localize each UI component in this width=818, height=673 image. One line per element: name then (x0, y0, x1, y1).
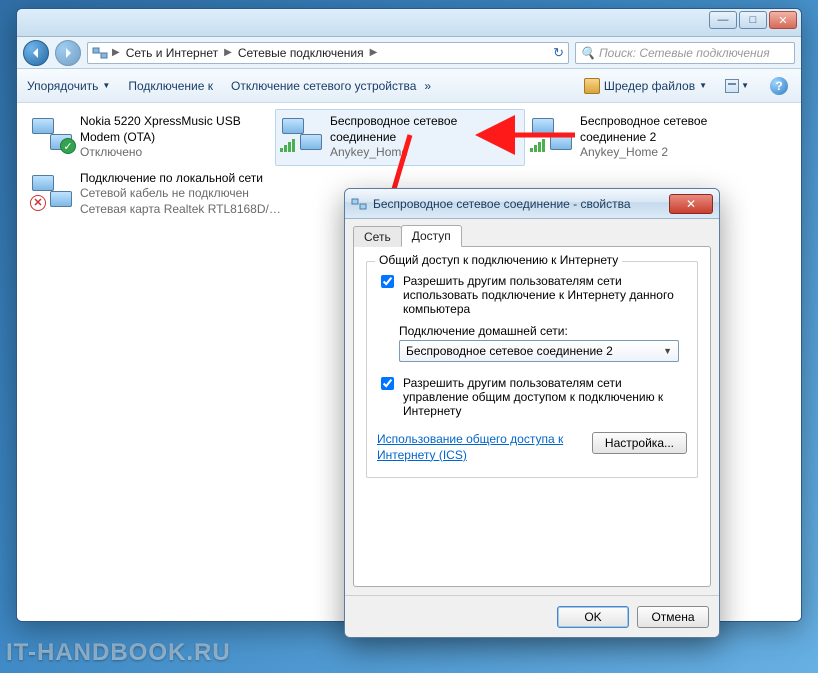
home-network-label: Подключение домашней сети: (399, 324, 687, 338)
tab-sharing[interactable]: Доступ (401, 225, 462, 247)
titlebar[interactable]: — □ ✕ (17, 9, 801, 37)
minimize-button[interactable]: — (709, 11, 737, 29)
signal-bars-icon (530, 138, 545, 152)
toolbar-disable[interactable]: Отключение сетевого устройства » (231, 79, 431, 93)
wifi-icon (530, 114, 574, 154)
search-input[interactable]: 🔍 Поиск: Сетевые подключения (575, 42, 795, 64)
dialog-button-row: OK Отмена (345, 595, 719, 637)
chevron-down-icon: ▼ (663, 346, 672, 356)
connection-title: Беспроводное сетевое соединение 2 (580, 114, 770, 145)
modem-icon: ✓ (30, 114, 74, 154)
chevron-right-icon: ▶ (224, 47, 232, 58)
overflow-chevron[interactable]: » (424, 79, 431, 93)
tab-network[interactable]: Сеть (353, 226, 402, 247)
connection-title: Nokia 5220 XpressMusic USB Modem (OTA) (80, 114, 270, 145)
chevron-down-icon: ▼ (699, 81, 707, 90)
connection-status: Отключено (80, 145, 270, 161)
chevron-right-icon: ▶ (370, 47, 378, 58)
allow-control-checkbox-row[interactable]: Разрешить другим пользователям сети упра… (377, 376, 687, 418)
toolbar-shredder[interactable]: Шредер файлов ▼ (584, 78, 707, 94)
view-options-button[interactable]: ▼ (725, 76, 749, 96)
toolbar: Упорядочить▼ Подключение к Отключение се… (17, 69, 801, 103)
ics-groupbox: Общий доступ к подключению к Интернету Р… (366, 261, 698, 478)
toolbar-connect[interactable]: Подключение к (128, 79, 213, 93)
maximize-button[interactable]: □ (739, 11, 767, 29)
search-icon: 🔍 (580, 46, 595, 60)
connection-ssid: Anykey_Home (330, 145, 520, 161)
connection-item-nokia-modem[interactable]: ✓ Nokia 5220 XpressMusic USB Modem (OTA)… (25, 109, 275, 166)
combo-value: Беспроводное сетевое соединение 2 (406, 344, 613, 358)
breadcrumb[interactable]: ▶ Сеть и Интернет ▶ Сетевые подключения … (87, 42, 569, 64)
properties-dialog: Беспроводное сетевое соединение - свойст… (344, 188, 720, 638)
crumb-net-internet[interactable]: Сеть и Интернет (124, 46, 220, 60)
allow-control-checkbox[interactable] (381, 377, 394, 390)
connection-title: Подключение по локальной сети (80, 171, 300, 187)
close-button[interactable]: ✕ (769, 11, 797, 29)
tab-panel-sharing: Общий доступ к подключению к Интернету Р… (353, 246, 711, 587)
nav-back-button[interactable] (23, 40, 49, 66)
chevron-down-icon: ▼ (102, 81, 110, 90)
help-icon: ? (770, 77, 788, 95)
tabstrip: Сеть Доступ (353, 225, 711, 247)
chevron-right-icon: ▶ (112, 47, 120, 58)
view-icon (725, 79, 739, 93)
refresh-icon[interactable]: ↻ (553, 45, 564, 61)
shredder-icon (584, 78, 600, 94)
watermark: IT-HANDBOOK.RU (6, 639, 231, 667)
network-icon (92, 45, 108, 61)
connection-status: Сетевой кабель не подключен (80, 186, 300, 202)
toolbar-organize[interactable]: Упорядочить▼ (27, 79, 110, 93)
connection-item-wireless-1[interactable]: Беспроводное сетевое соединение Anykey_H… (275, 109, 525, 166)
network-icon (351, 196, 367, 212)
status-ok-badge: ✓ (60, 138, 76, 154)
settings-button[interactable]: Настройка... (592, 432, 687, 454)
allow-sharing-checkbox-row[interactable]: Разрешить другим пользователям сети испо… (377, 274, 687, 316)
allow-sharing-label: Разрешить другим пользователям сети испо… (403, 274, 687, 316)
crumb-network-connections[interactable]: Сетевые подключения (236, 46, 366, 60)
connection-item-lan[interactable]: ✕ Подключение по локальной сети Сетевой … (25, 166, 305, 223)
status-disconnected-badge: ✕ (30, 195, 46, 211)
connection-item-wireless-2[interactable]: Беспроводное сетевое соединение 2 Anykey… (525, 109, 775, 166)
allow-control-label: Разрешить другим пользователям сети упра… (403, 376, 687, 418)
allow-sharing-checkbox[interactable] (381, 275, 394, 288)
connection-adapter: Сетевая карта Realtek RTL8168D/… (80, 202, 300, 218)
dialog-title: Беспроводное сетевое соединение - свойст… (373, 197, 631, 211)
search-placeholder-text: Поиск: Сетевые подключения (599, 46, 770, 60)
home-network-combo[interactable]: Беспроводное сетевое соединение 2 ▼ (399, 340, 679, 362)
help-button[interactable]: ? (767, 76, 791, 96)
cancel-button[interactable]: Отмена (637, 606, 709, 628)
address-bar: ▶ Сеть и Интернет ▶ Сетевые подключения … (17, 37, 801, 69)
wifi-icon (280, 114, 324, 154)
ics-help-link[interactable]: Использование общего доступа к Интернету… (377, 432, 577, 463)
connection-title: Беспроводное сетевое соединение (330, 114, 520, 145)
dialog-close-button[interactable]: ✕ (669, 194, 713, 214)
lan-icon: ✕ (30, 171, 74, 211)
nav-forward-button[interactable] (55, 40, 81, 66)
connection-ssid: Anykey_Home 2 (580, 145, 770, 161)
groupbox-legend: Общий доступ к подключению к Интернету (375, 253, 622, 267)
dialog-titlebar[interactable]: Беспроводное сетевое соединение - свойст… (345, 189, 719, 219)
signal-bars-icon (280, 138, 295, 152)
ok-button[interactable]: OK (557, 606, 629, 628)
